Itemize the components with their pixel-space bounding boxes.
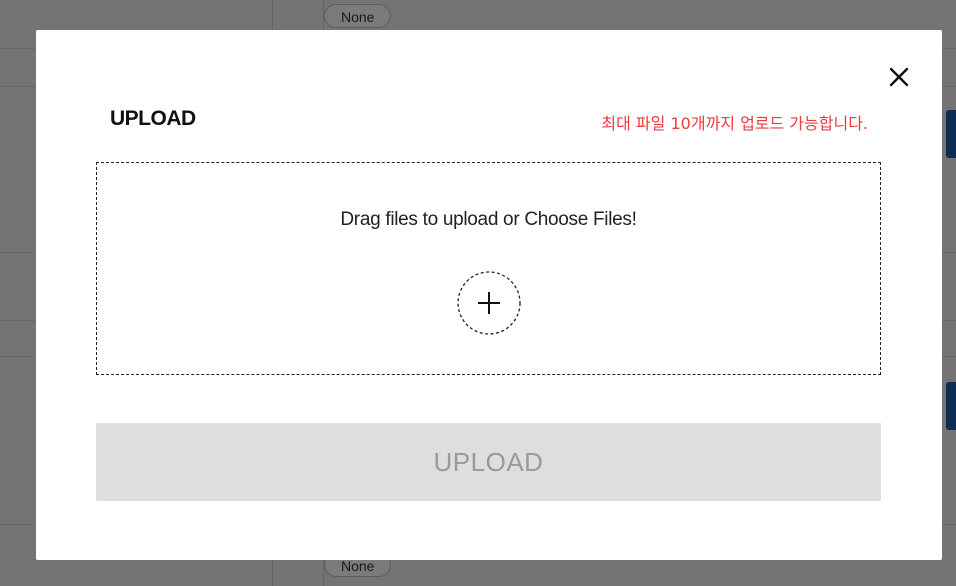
close-button[interactable] bbox=[884, 62, 914, 92]
modal-title: UPLOAD bbox=[110, 107, 196, 130]
file-dropzone[interactable]: Drag files to upload or Choose Files! bbox=[96, 162, 881, 375]
upload-button[interactable]: UPLOAD bbox=[96, 423, 881, 501]
add-file-button[interactable] bbox=[456, 270, 522, 336]
file-limit-notice: 최대 파일 10개까지 업로드 가능합니다. bbox=[601, 114, 868, 133]
dropzone-instructions: Drag files to upload or Choose Files! bbox=[340, 209, 637, 230]
close-icon bbox=[889, 67, 909, 87]
plus-icon bbox=[457, 271, 521, 335]
upload-modal: UPLOAD 최대 파일 10개까지 업로드 가능합니다. Drag files… bbox=[36, 30, 942, 560]
